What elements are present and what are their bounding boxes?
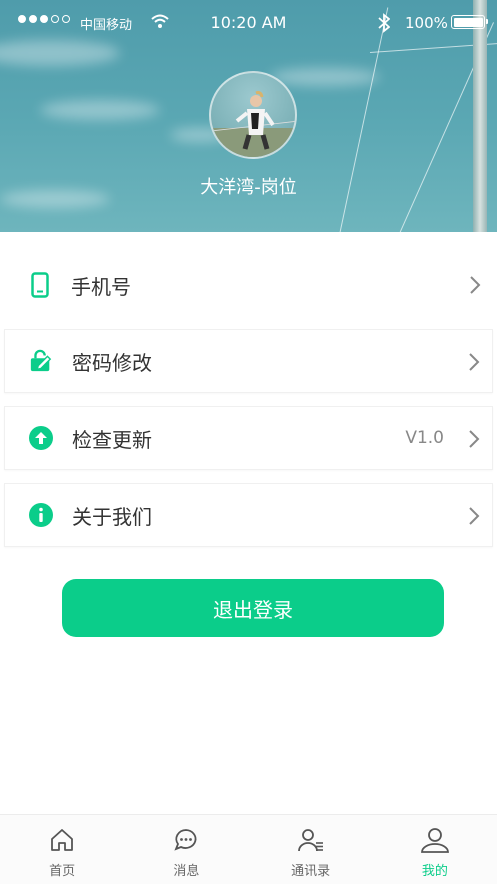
chevron-right-icon: [468, 506, 480, 530]
menu-item-label: 检查更新: [72, 427, 152, 452]
status-bar: 中国移动 10:20 AM 100%: [0, 0, 497, 46]
chevron-right-icon: [468, 352, 480, 376]
profile-name: 大洋湾-岗位: [200, 177, 297, 198]
tab-label: 我的: [421, 864, 448, 879]
menu-item-label: 手机号: [71, 274, 131, 299]
tab-label: 首页: [49, 864, 76, 879]
menu-item-password[interactable]: 密码修改: [4, 329, 493, 393]
tab-label: 消息: [173, 864, 200, 879]
avatar[interactable]: [209, 71, 297, 159]
tab-contacts[interactable]: 通讯录: [249, 815, 373, 884]
tab-label: 通讯录: [291, 864, 331, 879]
battery-icon: [451, 15, 488, 29]
menu-item-label: 关于我们: [72, 504, 152, 529]
upload-arrow-icon: [29, 426, 53, 450]
profile-icon: [420, 827, 450, 857]
chevron-right-icon: [468, 429, 480, 453]
menu-item-phone[interactable]: 手机号: [4, 253, 493, 317]
menu-item-about[interactable]: 关于我们: [4, 483, 493, 547]
info-icon: [29, 503, 53, 527]
chat-bubble-icon: [173, 827, 199, 857]
menu-item-check-update[interactable]: 检查更新 V1.0: [4, 406, 493, 470]
chevron-right-icon: [469, 275, 481, 299]
version-value: V1.0: [405, 428, 444, 448]
tab-mine[interactable]: 我的: [373, 815, 497, 884]
lock-edit-icon: [29, 349, 53, 373]
profile-header: 中国移动 10:20 AM 100% 大洋湾-岗位: [0, 0, 497, 232]
home-icon: [49, 827, 75, 857]
tab-messages[interactable]: 消息: [124, 815, 248, 884]
bottom-tab-bar: 首页 消息 通讯录 我的: [0, 814, 497, 884]
bluetooth-icon: [378, 13, 391, 37]
menu-item-label: 密码修改: [72, 350, 152, 375]
phone-icon: [28, 272, 52, 298]
logout-button[interactable]: 退出登录: [62, 579, 444, 637]
tab-home[interactable]: 首页: [0, 815, 124, 884]
battery-percent: 100%: [405, 14, 448, 32]
contacts-icon: [297, 827, 325, 857]
